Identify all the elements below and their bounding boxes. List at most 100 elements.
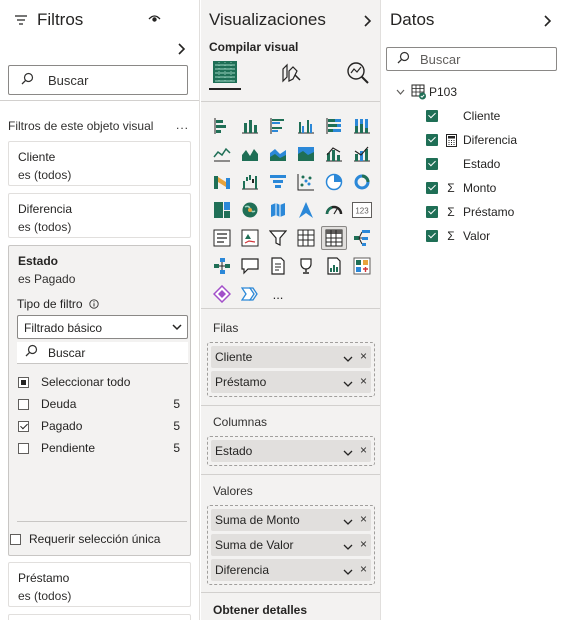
expand-chevron-icon[interactable]	[543, 15, 552, 27]
remove-field-icon[interactable]: ×	[360, 443, 367, 457]
checkbox-checked[interactable]	[426, 182, 438, 194]
field-pill-diferencia[interactable]: Diferencia ×	[211, 559, 371, 581]
map-icon[interactable]	[237, 198, 263, 222]
filters-search-input[interactable]: Buscar	[8, 65, 188, 95]
remove-field-icon[interactable]: ×	[360, 562, 367, 576]
chevron-down-icon[interactable]	[343, 540, 353, 554]
treemap-icon[interactable]	[209, 198, 235, 222]
values-well[interactable]: Suma de Monto × Suma de Valor × Diferenc…	[207, 505, 375, 585]
table-icon[interactable]	[293, 226, 319, 250]
info-icon[interactable]	[88, 299, 99, 309]
filter-card-next[interactable]	[8, 614, 191, 620]
line-stacked-column-chart-icon[interactable]	[349, 142, 375, 166]
require-single-selection[interactable]: Requerir selección única	[10, 530, 160, 548]
scatter-chart-icon[interactable]	[293, 170, 319, 194]
filter-card-field[interactable]: Estado	[18, 252, 190, 270]
field-monto[interactable]: Σ Monto	[426, 179, 496, 197]
checkbox-partial[interactable]	[18, 376, 29, 388]
power-apps-icon[interactable]	[349, 254, 375, 278]
waterfall-chart-icon[interactable]	[237, 170, 263, 194]
chevron-down-icon[interactable]	[343, 515, 353, 529]
eye-icon[interactable]	[148, 14, 161, 24]
build-visual-tab[interactable]	[209, 58, 241, 90]
field-pill-suma-monto[interactable]: Suma de Monto ×	[211, 509, 371, 531]
funnel-chart-icon[interactable]	[265, 170, 291, 194]
field-pill-suma-valor[interactable]: Suma de Valor ×	[211, 534, 371, 556]
checkbox-checked[interactable]	[18, 420, 29, 432]
checkbox-checked[interactable]	[426, 230, 438, 242]
field-estado[interactable]: Estado	[426, 155, 500, 173]
checkbox-checked[interactable]	[426, 134, 438, 146]
table-node-p103[interactable]: P103	[396, 84, 457, 100]
expand-chevron-icon[interactable]	[177, 43, 186, 55]
checkbox-checked[interactable]	[426, 206, 438, 218]
slicer-icon[interactable]	[265, 226, 291, 250]
checkbox-checked[interactable]	[426, 158, 438, 170]
chevron-down-icon[interactable]	[343, 565, 353, 579]
paginated-report-icon[interactable]	[321, 254, 347, 278]
checkbox-unchecked[interactable]	[10, 533, 21, 545]
format-visual-tab[interactable]	[275, 58, 307, 90]
area-chart-icon[interactable]	[237, 142, 263, 166]
columns-well[interactable]: Estado ×	[207, 436, 375, 466]
more-options-button[interactable]: ...	[176, 118, 189, 132]
option-pendiente[interactable]: Pendiente 5	[18, 438, 180, 458]
filter-type-dropdown[interactable]: Filtrado básico	[17, 315, 188, 339]
data-search-input[interactable]: Buscar	[386, 47, 557, 71]
field-cliente[interactable]: Cliente	[426, 107, 500, 125]
filter-values-search-input[interactable]: Buscar	[17, 342, 188, 364]
key-influencers-icon[interactable]	[209, 254, 235, 278]
chevron-down-icon[interactable]	[343, 446, 353, 460]
checkbox-unchecked[interactable]	[18, 398, 29, 410]
smart-narrative-icon[interactable]	[265, 254, 291, 278]
chevron-down-icon[interactable]	[396, 89, 405, 96]
clustered-column-chart-icon[interactable]	[293, 114, 319, 138]
card-icon[interactable]: 123	[349, 198, 375, 222]
field-pill-estado[interactable]: Estado ×	[211, 440, 371, 462]
line-chart-icon[interactable]	[209, 142, 235, 166]
multi-row-card-icon[interactable]	[209, 226, 235, 250]
checkbox-unchecked[interactable]	[18, 442, 29, 454]
100-stacked-bar-chart-icon[interactable]	[321, 114, 347, 138]
option-deuda[interactable]: Deuda 5	[18, 394, 180, 414]
chevron-down-icon[interactable]	[343, 377, 353, 391]
analytics-tab[interactable]	[342, 58, 374, 90]
matrix-icon[interactable]	[321, 226, 347, 250]
remove-field-icon[interactable]: ×	[360, 349, 367, 363]
ribbon-chart-icon[interactable]	[209, 170, 235, 194]
filter-card-prestamo[interactable]: Préstamo es (todos)	[8, 562, 191, 607]
100-stacked-area-chart-icon[interactable]	[293, 142, 319, 166]
remove-field-icon[interactable]: ×	[360, 537, 367, 551]
rows-well[interactable]: Cliente × Préstamo ×	[207, 342, 375, 397]
goals-icon[interactable]	[293, 254, 319, 278]
option-select-all[interactable]: Seleccionar todo	[18, 372, 180, 392]
qa-icon[interactable]	[237, 254, 263, 278]
chevron-down-icon[interactable]	[343, 352, 353, 366]
field-valor[interactable]: Σ Valor	[426, 227, 490, 245]
azure-map-icon[interactable]	[293, 198, 319, 222]
filter-card-cliente[interactable]: Cliente es (todos)	[8, 141, 191, 186]
donut-chart-icon[interactable]	[349, 170, 375, 194]
clustered-bar-chart-icon[interactable]	[265, 114, 291, 138]
field-pill-cliente[interactable]: Cliente ×	[211, 346, 371, 368]
remove-field-icon[interactable]: ×	[360, 512, 367, 526]
option-pagado[interactable]: Pagado 5	[18, 416, 180, 436]
field-diferencia[interactable]: Diferencia	[426, 131, 517, 149]
power-automate-flow-icon[interactable]	[237, 282, 263, 306]
stacked-column-chart-icon[interactable]	[237, 114, 263, 138]
kpi-icon[interactable]	[237, 226, 263, 250]
filter-card-diferencia[interactable]: Diferencia es (todos)	[8, 193, 191, 238]
expand-chevron-icon[interactable]	[363, 15, 372, 27]
line-clustered-column-chart-icon[interactable]	[321, 142, 347, 166]
stacked-bar-chart-icon[interactable]	[209, 114, 235, 138]
power-automate-icon[interactable]	[209, 282, 235, 306]
field-prestamo[interactable]: Σ Préstamo	[426, 203, 514, 221]
100-stacked-column-chart-icon[interactable]	[349, 114, 375, 138]
remove-field-icon[interactable]: ×	[360, 374, 367, 388]
stacked-area-chart-icon[interactable]	[265, 142, 291, 166]
checkbox-checked[interactable]	[426, 110, 438, 122]
gauge-icon[interactable]	[321, 198, 347, 222]
pie-chart-icon[interactable]	[321, 170, 347, 194]
filled-map-icon[interactable]	[265, 198, 291, 222]
decomposition-tree-icon[interactable]	[349, 226, 375, 250]
